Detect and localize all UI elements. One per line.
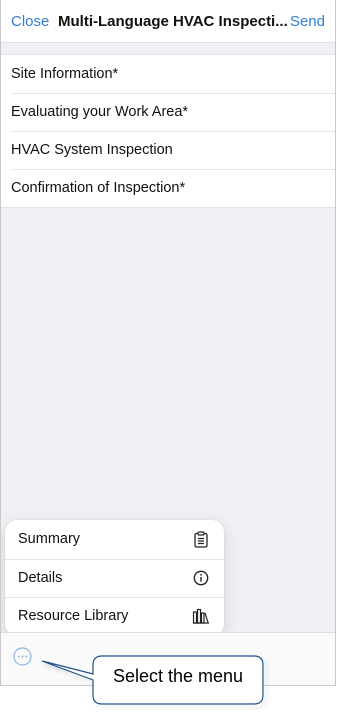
section-label: Evaluating your Work Area*: [11, 104, 189, 120]
app-window: Close Multi-Language HVAC Inspecti... Se…: [0, 0, 336, 686]
section-list: Site Information* Evaluating your Work A…: [1, 54, 335, 208]
section-site-information[interactable]: Site Information*: [1, 55, 335, 93]
more-icon[interactable]: [13, 647, 32, 666]
menu-item-label: Details: [18, 569, 63, 586]
menu-item-label: Resource Library: [18, 608, 129, 625]
menu-item-details[interactable]: Details: [5, 558, 224, 598]
menu-item-resource-library[interactable]: Resource Library: [5, 597, 224, 636]
close-button[interactable]: Close: [11, 13, 49, 30]
page-title: Multi-Language HVAC Inspecti...: [58, 13, 288, 30]
menu-popup: Summary Details Resource Library: [5, 520, 224, 636]
callout-text: Select the menu: [112, 666, 244, 686]
section-hvac-system-inspection[interactable]: HVAC System Inspection: [1, 131, 335, 169]
section-confirmation-of-inspection[interactable]: Confirmation of Inspection*: [1, 169, 335, 207]
section-label: Confirmation of Inspection*: [11, 180, 186, 196]
menu-item-label: Summary: [18, 531, 81, 548]
info-icon: [192, 569, 210, 587]
section-label: HVAC System Inspection: [11, 142, 173, 158]
clipboard-icon: [192, 530, 210, 548]
send-button[interactable]: Send: [290, 13, 325, 30]
library-icon: [192, 607, 210, 625]
section-evaluating-work-area[interactable]: Evaluating your Work Area*: [1, 93, 335, 131]
navigation-bar: Close Multi-Language HVAC Inspecti... Se…: [1, 0, 335, 43]
section-label: Site Information*: [11, 66, 119, 82]
menu-item-summary[interactable]: Summary: [5, 520, 224, 559]
